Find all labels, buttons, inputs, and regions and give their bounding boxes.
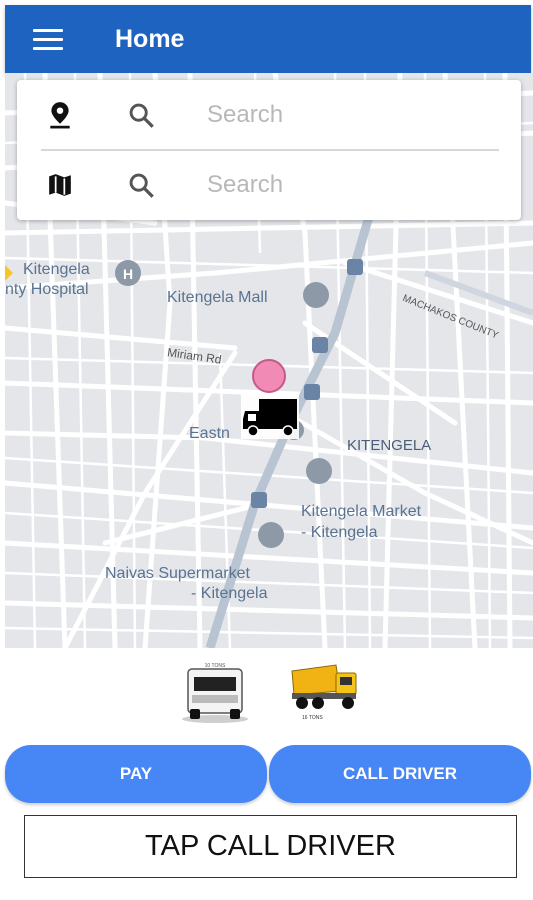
map-label: Eastn xyxy=(189,425,230,442)
small-truck-option[interactable]: 10 TONS xyxy=(178,659,252,725)
search-icon[interactable] xyxy=(127,101,155,129)
supermarket-marker-icon xyxy=(258,522,284,548)
menu-icon[interactable] xyxy=(33,29,63,51)
map-label: nty Hospital xyxy=(5,281,89,298)
bus-stop-icon xyxy=(347,259,363,275)
map-label: - Kitengela xyxy=(191,585,268,602)
market-marker-icon xyxy=(306,458,332,484)
mall-marker-icon xyxy=(303,282,329,308)
driver-truck-icon xyxy=(241,393,299,439)
map-label: KITENGELA xyxy=(347,437,432,454)
vehicle-label: 10 TONS xyxy=(205,663,226,669)
status-message: TAP CALL DRIVER xyxy=(24,815,517,878)
map-label: Kitengela Market xyxy=(301,503,422,520)
pay-button[interactable]: PAY xyxy=(5,745,267,803)
dump-truck-option[interactable]: 16 TONS xyxy=(288,657,362,723)
bus-stop-icon xyxy=(251,492,267,508)
vehicle-label: 16 TONS xyxy=(302,715,323,721)
search-card xyxy=(17,80,521,220)
map-label: - Kitengela xyxy=(301,524,378,541)
map-label: Kitengela xyxy=(23,261,90,278)
map-label: Naivas Supermarket xyxy=(105,565,250,582)
edge-marker-icon xyxy=(5,265,13,281)
search-icon[interactable] xyxy=(127,171,155,199)
bus-stop-icon xyxy=(312,337,328,353)
page-title: Home xyxy=(115,25,185,53)
location-pin-icon xyxy=(50,102,70,129)
origin-search-input[interactable] xyxy=(205,94,499,136)
hospital-marker-icon: H xyxy=(115,260,141,286)
vehicle-options: 10 TONS 16 TONS xyxy=(0,655,533,735)
map-icon xyxy=(49,174,71,196)
destination-search-input[interactable] xyxy=(205,164,499,206)
map-label: Kitengela Mall xyxy=(167,289,268,306)
call-driver-button[interactable]: CALL DRIVER xyxy=(269,745,531,803)
svg-text:H: H xyxy=(123,266,133,282)
origin-search-row xyxy=(17,80,521,150)
pickup-location-icon xyxy=(252,359,286,393)
destination-search-row xyxy=(17,150,521,220)
app-bar: Home xyxy=(5,5,531,73)
bus-stop-icon xyxy=(304,384,320,400)
